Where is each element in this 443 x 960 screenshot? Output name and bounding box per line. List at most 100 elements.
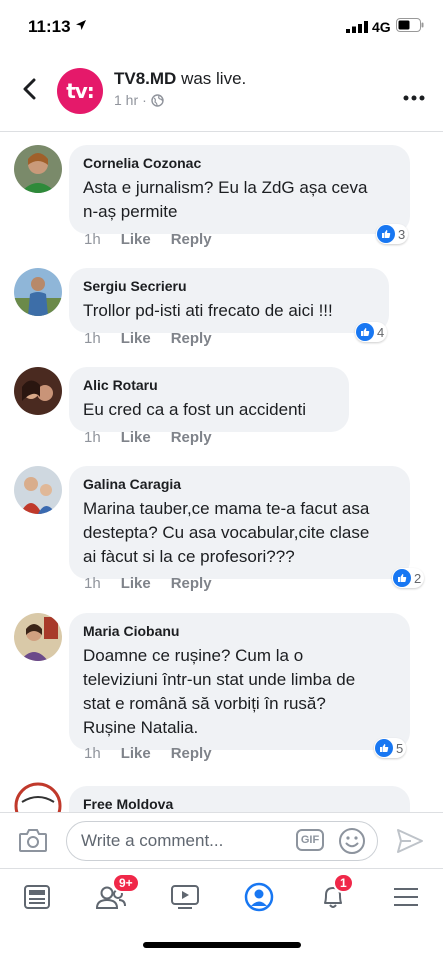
reaction-number: 3 — [398, 226, 406, 242]
comment-item: Free Moldova — [0, 782, 443, 812]
comment-author[interactable]: Galina Caragia — [83, 475, 396, 493]
comment-author[interactable]: Alic Rotaru — [83, 376, 335, 394]
chevron-left-icon — [23, 78, 36, 100]
reply-button[interactable]: Reply — [171, 330, 212, 347]
comment-line: Asta e jurnalism? Eu la ZdG așa ceva — [83, 178, 368, 197]
like-button[interactable]: Like — [121, 429, 151, 446]
comment-line: Rușine Natalia. — [83, 718, 199, 737]
smiley-icon — [339, 828, 365, 854]
comment-author[interactable]: Cornelia Cozonac — [83, 154, 396, 172]
comment-time: 1h — [84, 231, 101, 248]
avatar[interactable] — [14, 782, 62, 812]
news-feed-icon — [24, 885, 50, 909]
comment-bubble: Alic Rotaru Eu cred ca a fost un acciden… — [69, 367, 349, 432]
signal-icon — [346, 21, 368, 33]
sticker-button[interactable] — [338, 827, 366, 860]
tab-profile[interactable] — [239, 879, 279, 915]
send-button[interactable] — [395, 827, 425, 860]
comment-line: Doamne ce rușine? Cum la o — [83, 646, 304, 665]
reply-button[interactable]: Reply — [171, 429, 212, 446]
avatar[interactable] — [14, 145, 62, 193]
like-button[interactable]: Like — [121, 231, 151, 248]
comment-composer: Write a comment... GIF — [0, 812, 443, 868]
reply-button[interactable]: Reply — [171, 745, 212, 762]
page-logo-text: tv: — [66, 79, 95, 103]
globe-icon — [151, 93, 164, 107]
like-button[interactable]: Like — [121, 330, 151, 347]
comment-line: televiziuni într-un stat unde limba de — [83, 670, 356, 689]
like-button[interactable]: Like — [121, 745, 151, 762]
reaction-count[interactable]: 5 — [374, 738, 407, 758]
comment-author[interactable]: Free Moldova — [83, 795, 396, 812]
reaction-count[interactable]: 2 — [392, 568, 425, 588]
like-reaction-icon — [393, 569, 411, 587]
profile-icon — [244, 882, 274, 912]
tab-menu[interactable] — [386, 879, 426, 915]
comment-bubble: Free Moldova — [69, 786, 410, 812]
comment-bubble: Galina Caragia Marina tauber,ce mama te-… — [69, 466, 410, 579]
more-options-button[interactable] — [403, 88, 425, 106]
comment-text: Doamne ce rușine? Cum la o televiziuni î… — [83, 644, 396, 740]
reply-button[interactable]: Reply — [171, 231, 212, 248]
comment-bubble: Maria Ciobanu Doamne ce rușine? Cum la o… — [69, 613, 410, 750]
comment-text: Asta e jurnalism? Eu la ZdG așa ceva n-a… — [83, 176, 396, 224]
comment-line: stat e română să vorbiți în rusă? — [83, 694, 326, 713]
avatar[interactable] — [14, 466, 62, 514]
more-icon — [403, 95, 425, 101]
network-type: 4G — [372, 19, 391, 35]
header-title: TV8.MD was live. — [114, 69, 246, 89]
comment-time: 1h — [84, 745, 101, 762]
like-reaction-icon — [356, 323, 374, 341]
comment-bubble: Cornelia Cozonac Asta e jurnalism? Eu la… — [69, 145, 410, 234]
comment-author[interactable]: Maria Ciobanu — [83, 622, 396, 640]
page-avatar[interactable]: tv: — [57, 68, 103, 114]
tab-watch[interactable] — [165, 879, 205, 915]
page-name[interactable]: TV8.MD — [114, 69, 176, 88]
comment-author[interactable]: Sergiu Secrieru — [83, 277, 375, 295]
reaction-number: 4 — [377, 324, 385, 340]
comment-text: Trollor pd-isti ati frecato de aici !!! — [83, 299, 375, 323]
notifications-badge: 1 — [333, 873, 354, 893]
reaction-count[interactable]: 3 — [376, 224, 409, 244]
menu-icon — [394, 888, 418, 906]
comment-time: 1h — [84, 429, 101, 446]
reaction-number: 2 — [414, 570, 422, 586]
comment-bubble: Sergiu Secrieru Trollor pd-isti ati frec… — [69, 268, 389, 333]
reaction-count[interactable]: 4 — [355, 322, 388, 342]
comment-actions: 1h Like Reply — [84, 231, 212, 248]
comment-line: Marina tauber,ce mama te-a facut asa — [83, 499, 370, 518]
comment-input[interactable]: Write a comment... — [66, 821, 378, 861]
battery-icon — [396, 18, 424, 32]
gif-button[interactable]: GIF — [296, 829, 324, 851]
location-arrow-icon — [76, 20, 86, 30]
friends-badge: 9+ — [112, 873, 140, 893]
reaction-number: 5 — [396, 740, 404, 756]
like-button[interactable]: Like — [121, 575, 151, 592]
post-meta: 1 hr · — [114, 92, 164, 108]
comment-actions: 1h Like Reply — [84, 745, 212, 762]
comment-line: n-aș permite — [83, 202, 178, 221]
status-bar: 11:13 4G — [0, 0, 443, 52]
reply-button[interactable]: Reply — [171, 575, 212, 592]
camera-button[interactable] — [18, 827, 48, 858]
like-reaction-icon — [375, 739, 393, 757]
back-button[interactable] — [16, 74, 42, 104]
comment-time: 1h — [84, 330, 101, 347]
tab-news-feed[interactable] — [17, 879, 57, 915]
camera-icon — [19, 829, 47, 852]
send-icon — [397, 829, 423, 853]
home-indicator[interactable] — [143, 942, 301, 948]
avatar[interactable] — [14, 367, 62, 415]
comment-line: Eu cred ca a fost un accidenti — [83, 400, 307, 419]
bottom-tab-bar: 9+ 1 — [0, 868, 443, 924]
post-time[interactable]: 1 hr — [114, 92, 138, 108]
like-reaction-icon — [377, 225, 395, 243]
comment-time: 1h — [84, 575, 101, 592]
status-time: 11:13 — [28, 17, 71, 36]
comment-actions: 1h Like Reply — [84, 330, 212, 347]
meta-separator: · — [142, 92, 147, 108]
watch-icon — [171, 885, 199, 909]
avatar[interactable] — [14, 613, 62, 661]
comment-line: Trollor pd-isti ati frecato de aici !!! — [83, 301, 333, 320]
avatar[interactable] — [14, 268, 62, 316]
